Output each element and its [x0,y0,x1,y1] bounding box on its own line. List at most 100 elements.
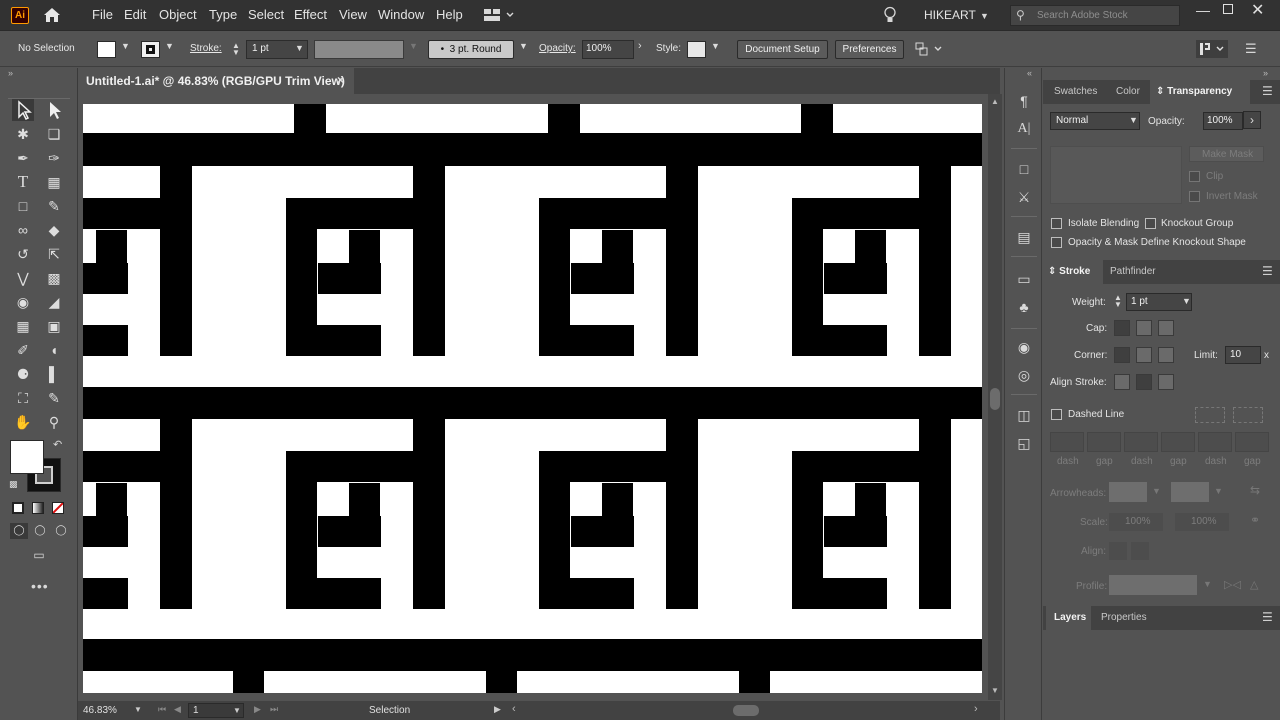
scale-tool-icon[interactable]: ⇱ [43,243,65,265]
tab-layers[interactable]: Layers [1054,612,1086,623]
tab-color[interactable]: Color [1116,86,1140,97]
draw-normal-icon[interactable]: ◯ [10,523,28,539]
document-setup-button[interactable]: Document Setup [737,40,828,59]
opacity-field[interactable]: 100% [582,40,634,59]
stroke-weight-field[interactable]: 1 pt ▼ [246,40,308,59]
artboard-tool-icon[interactable]: ⛶ [12,387,34,409]
projecting-cap-button[interactable] [1158,320,1174,336]
panel-menu-icon[interactable]: ☰ [1262,610,1273,624]
align-inside-button[interactable] [1136,374,1152,390]
column-graph-tool-icon[interactable]: ▌ [43,363,65,385]
chevron-down-icon[interactable]: ▼ [1152,486,1161,496]
stroke-swatch[interactable] [141,41,160,58]
variable-width-profile[interactable] [314,40,404,59]
stroke-stepper-icon[interactable]: ▲ ▼ [232,42,240,57]
bevel-join-button[interactable] [1158,347,1174,363]
blend-tool-icon[interactable]: ◖ [43,339,65,361]
brush-definition[interactable]: • 3 pt. Round [428,40,514,59]
chevron-down-icon[interactable]: ▼ [165,41,174,51]
dash-field-1[interactable] [1050,432,1084,452]
zoom-tool-icon[interactable]: ⚲ [43,411,65,433]
artboard-prev-icon[interactable]: ◀ [174,704,181,715]
menu-help[interactable]: Help [436,7,463,22]
swap-colors-icon[interactable]: ↶ [53,438,62,451]
horizontal-scroll-thumb[interactable] [733,705,759,716]
asset-export-icon[interactable]: ◫ [1015,406,1033,424]
grid-tool-icon[interactable]: ▦ [43,171,65,193]
draw-inside-icon[interactable]: ◯ [52,523,70,539]
width-tool-icon[interactable]: ⋁ [12,267,34,289]
mesh-tool-icon[interactable]: ▦ [12,315,34,337]
color-mode-icon[interactable] [12,502,24,514]
more-tools-icon[interactable]: ••• [31,578,49,594]
rectangle-tool-icon[interactable]: □ [12,195,34,217]
transparency-opacity-field[interactable]: 100% [1203,112,1243,130]
artboard-last-icon[interactable]: ⏭ [270,704,278,715]
start-scale-field[interactable]: 100% [1109,513,1163,531]
tab-stroke[interactable]: ⇕ Stroke [1048,266,1090,277]
opacity-label[interactable]: Opacity: [539,43,576,54]
character-icon[interactable]: A| [1015,120,1033,138]
none-mode-icon[interactable] [52,502,64,514]
link-scale-icon[interactable]: ⚭ [1250,513,1260,527]
type-tool-icon[interactable]: T [12,171,34,193]
lasso-tool-icon[interactable]: ❏ [43,123,65,145]
isolate-blending-checkbox[interactable] [1051,218,1062,229]
artboards-icon[interactable]: ◱ [1015,434,1033,452]
minimize-button[interactable]: — [1196,2,1210,18]
menu-object[interactable]: Object [159,7,197,22]
preferences-button[interactable]: Preferences [835,40,904,59]
invert-mask-checkbox[interactable] [1189,191,1200,202]
menu-select[interactable]: Select [248,7,284,22]
profile-select[interactable] [1109,575,1197,595]
scroll-down-icon[interactable]: ▼ [991,686,999,695]
chevron-down-icon[interactable]: ▼ [980,11,989,21]
direct-selection-tool-icon[interactable] [43,99,65,121]
panel-menu-icon[interactable]: ☰ [1262,264,1273,278]
chevron-down-icon[interactable]: ▼ [519,41,528,51]
document-tab[interactable]: Untitled-1.ai* @ 46.83% (RGB/GPU Trim Vi… [78,68,354,94]
tab-pathfinder[interactable]: Pathfinder [1110,266,1156,277]
shaper-tool-icon[interactable]: ∞ [12,219,34,241]
panel-menu-icon[interactable]: ☰ [1262,84,1273,98]
dashed-line-checkbox[interactable] [1051,409,1062,420]
puppet-warp-icon[interactable]: ⚔ [1015,188,1033,206]
gradient-panel-icon[interactable]: ▭ [1015,270,1033,288]
dash-field-3[interactable] [1198,432,1232,452]
knockout-group-checkbox[interactable] [1145,218,1156,229]
flip-along-icon[interactable]: ▷◁ [1224,578,1241,591]
collapse-dock-icon[interactable]: » [1263,68,1268,78]
panel-layout-icon[interactable] [1196,40,1228,58]
workspace-switcher[interactable]: HIKEART [924,8,976,22]
start-arrowhead-select[interactable] [1109,482,1147,502]
curvature-tool-icon[interactable]: ✑ [43,147,65,169]
align-icon[interactable] [915,41,943,57]
tab-swatches[interactable]: Swatches [1054,86,1097,97]
fill-swatch[interactable] [97,41,116,58]
paintbrush-tool-icon[interactable]: ✎ [43,195,65,217]
chevron-down-icon[interactable]: ▼ [1214,486,1223,496]
miter-join-button[interactable] [1114,347,1130,363]
menu-view[interactable]: View [339,7,367,22]
align-outside-button[interactable] [1158,374,1174,390]
vertical-scroll-thumb[interactable] [990,388,1000,410]
gap-field-3[interactable] [1235,432,1269,452]
tab-properties[interactable]: Properties [1101,612,1147,623]
chevron-right-icon[interactable]: › [1243,111,1261,129]
menu-edit[interactable]: Edit [124,7,146,22]
appearance-icon[interactable]: ◉ [1015,338,1033,356]
arrange-documents-icon[interactable] [484,8,514,22]
chevron-down-icon[interactable]: ▼ [121,41,130,51]
hand-tool-icon[interactable]: ✋ [12,411,34,433]
perspective-grid-tool-icon[interactable]: ◢ [43,291,65,313]
artboard[interactable] [83,104,982,693]
default-colors-icon[interactable]: ▩ [9,479,18,490]
preserve-dash-icon[interactable] [1195,407,1225,423]
gap-field-2[interactable] [1161,432,1195,452]
selection-tool-icon[interactable] [12,99,34,121]
artboard-first-icon[interactable]: ⏮ [158,704,166,715]
chevron-down-icon[interactable]: ▼ [134,705,142,714]
slice-tool-icon[interactable]: ✎ [43,387,65,409]
status-menu-icon[interactable]: ▶ [494,704,501,715]
fill-color-swatch[interactable] [10,440,44,474]
